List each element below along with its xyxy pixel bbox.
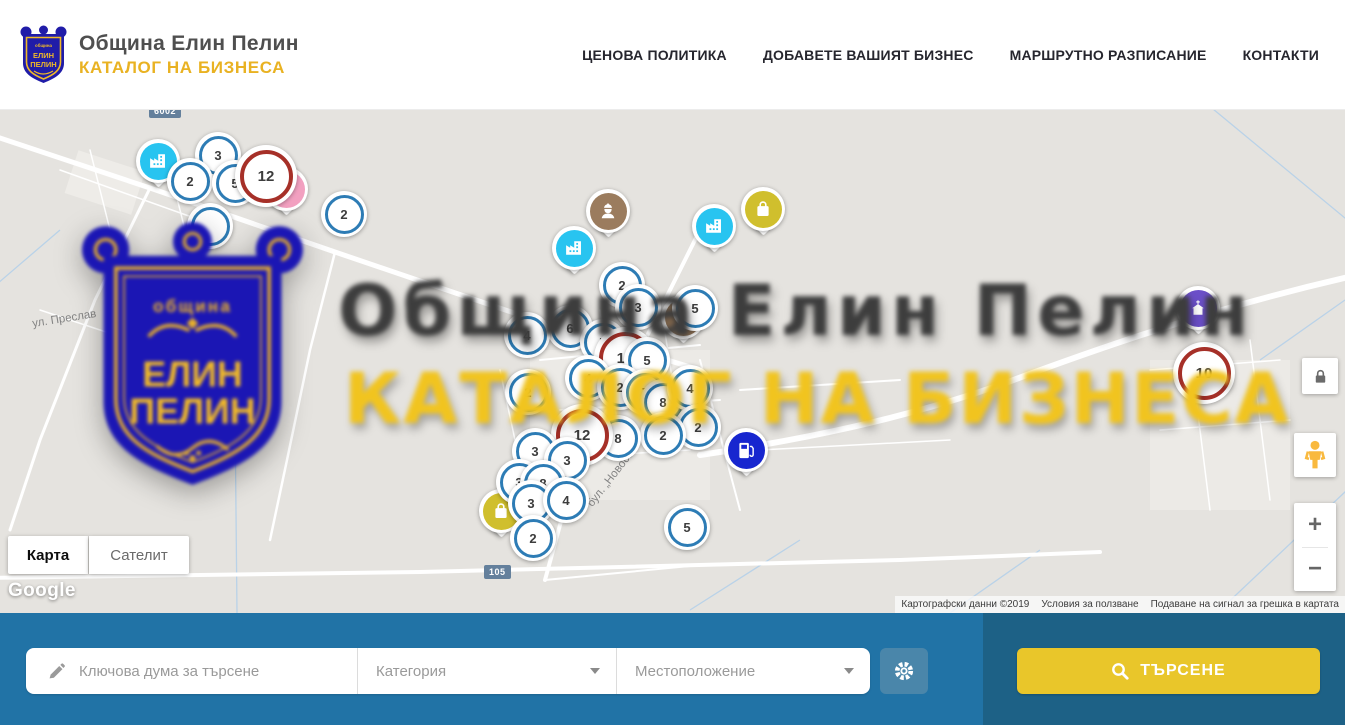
brand-text: Община Елин Пелин КАТАЛОГ НА БИЗНЕСА <box>79 32 299 78</box>
search-bar: ТЪРСЕНЕ Категория Местоположение <box>0 613 1345 725</box>
map-attribution: Картографски данни ©2019 Условия за полз… <box>895 596 1345 613</box>
lock-control-button[interactable] <box>1302 358 1338 394</box>
category-select[interactable]: Категория <box>358 648 617 694</box>
nav-item-contacts[interactable]: КОНТАКТИ <box>1243 47 1319 63</box>
nav-item-route-schedule[interactable]: МАРШРУТНО РАЗПИСАНИЕ <box>1010 47 1207 63</box>
keyword-search-input[interactable] <box>77 662 331 681</box>
shopping-bag-icon <box>493 502 509 520</box>
factory-icon <box>565 240 583 256</box>
cluster-marker[interactable] <box>187 203 233 249</box>
attribution-map-data: Картографски данни ©2019 <box>895 599 1035 610</box>
cluster-marker[interactable]: 4 <box>504 312 550 358</box>
page: община ЕЛИН ПЕЛИН Община Елин Пелин КАТА… <box>0 0 1345 725</box>
cluster-marker[interactable]: 2 <box>640 412 686 458</box>
gear-icon <box>893 660 915 682</box>
business-pin-shopping[interactable] <box>740 187 786 249</box>
zoom-in-button[interactable]: + <box>1294 503 1336 547</box>
nav-item-pricing-policy[interactable]: ЦЕНОВА ПОЛИТИКА <box>582 47 727 63</box>
map-type-map-button[interactable]: Карта <box>8 536 88 574</box>
cluster-marker[interactable]: 4 <box>543 477 589 523</box>
zoom-out-button[interactable]: − <box>1294 548 1336 592</box>
svg-text:община: община <box>35 43 52 48</box>
header: община ЕЛИН ПЕЛИН Община Елин Пелин КАТА… <box>0 0 1345 110</box>
search-button-label: ТЪРСЕНЕ <box>1140 662 1225 680</box>
road-shield: 105 <box>484 565 511 579</box>
map-canvas[interactable]: 6002 105 ул. Преслав бул. „Новосел <box>0 110 1345 613</box>
search-button-panel: ТЪРСЕНЕ <box>983 613 1345 725</box>
church-icon <box>1190 299 1206 317</box>
business-pin-church[interactable] <box>1175 286 1221 348</box>
attribution-report-error-link[interactable]: Подаване на сигнал за грешка в картата <box>1145 599 1345 610</box>
svg-text:ПЕЛИН: ПЕЛИН <box>30 60 56 69</box>
business-pin-factory[interactable] <box>691 204 737 266</box>
shopping-bag-icon <box>755 200 771 218</box>
brand-subtitle: КАТАЛОГ НА БИЗНЕСА <box>79 58 299 78</box>
map-type-satellite-button[interactable]: Сателит <box>89 536 189 574</box>
chevron-down-icon <box>844 668 854 674</box>
brand-title: Община Елин Пелин <box>79 32 299 56</box>
chevron-down-icon <box>590 668 600 674</box>
location-select[interactable]: Местоположение <box>617 648 870 694</box>
zoom-control: + − <box>1294 503 1336 591</box>
cluster-marker[interactable]: 2 <box>510 515 556 561</box>
business-pin-fuel[interactable] <box>723 428 769 490</box>
search-fields: Категория Местоположение <box>26 648 870 694</box>
factory-icon <box>705 218 723 234</box>
attribution-terms-link[interactable]: Условия за ползване <box>1035 599 1144 610</box>
cluster-marker[interactable]: 2 <box>167 158 213 204</box>
cluster-marker[interactable]: 5 <box>664 504 710 550</box>
category-select-label: Категория <box>376 663 446 680</box>
location-select-label: Местоположение <box>635 663 755 680</box>
fuel-station-icon <box>737 441 756 460</box>
cluster-marker[interactable]: 12 <box>235 145 297 207</box>
svg-text:ЕЛИН: ЕЛИН <box>33 51 54 60</box>
nav-item-add-your-business[interactable]: ДОБАВЕТЕ ВАШИЯТ БИЗНЕС <box>763 47 974 63</box>
main-nav: ЦЕНОВА ПОЛИТИКА ДОБАВЕТЕ ВАШИЯТ БИЗНЕС М… <box>582 47 1319 63</box>
keyword-field-wrap <box>26 648 358 694</box>
cluster-marker[interactable]: 2 <box>505 369 551 415</box>
brand[interactable]: община ЕЛИН ПЕЛИН Община Елин Пелин КАТА… <box>20 25 299 85</box>
cluster-marker[interactable]: 2 <box>321 191 367 237</box>
search-button[interactable]: ТЪРСЕНЕ <box>1017 648 1320 694</box>
street-view-pegman-button[interactable] <box>1294 433 1336 477</box>
municipality-crest-logo: община ЕЛИН ПЕЛИН <box>20 25 67 85</box>
pencil-icon <box>48 663 65 680</box>
factory-icon <box>149 153 167 169</box>
google-logo[interactable]: Google <box>8 580 76 602</box>
advanced-settings-button[interactable] <box>880 648 928 694</box>
map-type-control: Карта Сателит <box>8 536 189 574</box>
lock-icon <box>1312 368 1329 385</box>
business-pin-factory[interactable] <box>551 226 597 288</box>
construction-worker-icon <box>599 202 617 220</box>
cluster-marker[interactable]: 5 <box>672 285 718 331</box>
cluster-marker[interactable]: 10 <box>1173 342 1235 404</box>
search-icon <box>1111 662 1129 680</box>
pegman-icon <box>1304 440 1326 470</box>
cluster-marker[interactable]: 3 <box>615 284 661 330</box>
road-shield: 6002 <box>149 110 181 118</box>
